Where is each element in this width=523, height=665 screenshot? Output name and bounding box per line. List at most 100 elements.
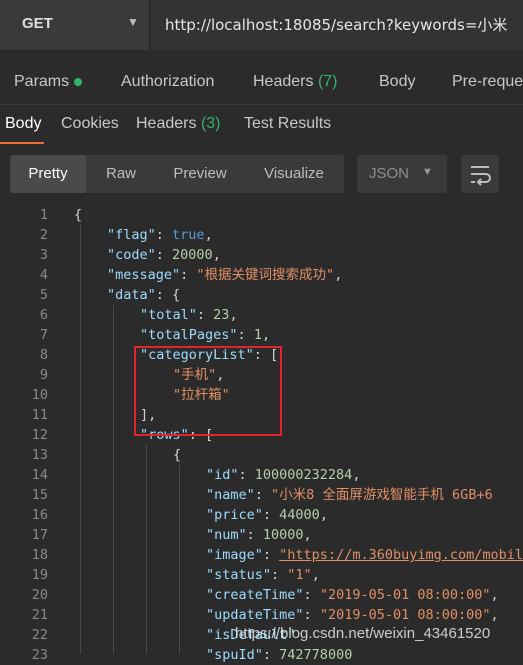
json-key: "num": [206, 527, 247, 543]
json-key: "updateTime": [206, 607, 304, 623]
json-value: "根据关键词搜索成功": [196, 267, 335, 283]
tab-headers[interactable]: Headers (7): [253, 73, 338, 91]
code-line: 7 "totalPages": 1,: [0, 325, 523, 345]
json-value: true: [172, 227, 205, 243]
headers-count: (7): [317, 73, 338, 90]
line-number: 16: [31, 507, 48, 523]
json-value: 10000: [262, 527, 304, 543]
code-line: 21 "updateTime": "2019-05-01 08:00:00",: [0, 605, 523, 625]
request-url-bar: GET ▼ http://localhost:18085/search?keyw…: [0, 0, 523, 50]
token: {: [74, 207, 83, 223]
json-value: 20000: [172, 247, 213, 263]
code-line: 2 "flag": true,: [0, 225, 523, 245]
code-line: 4 "message": "根据关键词搜索成功",: [0, 265, 523, 285]
resp-tab-body[interactable]: Body: [5, 115, 41, 133]
active-tab-indicator: [0, 142, 44, 144]
code-line: 18 "image": "https://m.360buyimg.com/mobi…: [0, 545, 523, 565]
url-text: http://localhost:18085/search?keywords=小…: [165, 16, 508, 34]
highlight-annotation-box: [134, 346, 282, 436]
code-line: 19 "status": "1",: [0, 565, 523, 585]
line-number: 17: [31, 527, 48, 543]
chevron-down-icon: ▼: [127, 15, 139, 29]
json-key: "total": [140, 307, 197, 323]
format-select[interactable]: JSON ▼: [357, 155, 447, 193]
tab-authorization[interactable]: Authorization: [121, 73, 214, 91]
line-number: 7: [39, 327, 48, 343]
line-number: 11: [31, 407, 48, 423]
line-number: 19: [31, 567, 48, 583]
tab-pre-request[interactable]: Pre-reque: [452, 73, 523, 91]
resp-headers-count: (3): [200, 115, 221, 132]
json-value: 100000232284: [254, 467, 353, 483]
json-link[interactable]: "https://m.360buyimg.com/mobil: [279, 547, 523, 563]
line-number: 23: [31, 647, 48, 663]
code-line: 14 "id": 100000232284,: [0, 465, 523, 485]
view-pretty-button[interactable]: Pretty: [10, 155, 86, 193]
json-key: "status": [206, 567, 272, 583]
json-key: "message": [107, 267, 181, 283]
line-number: 13: [31, 447, 48, 463]
code-line: 6 "total": 23,: [0, 305, 523, 325]
json-value: 23: [213, 307, 230, 323]
json-key: "name": [206, 487, 255, 503]
resp-tab-cookies[interactable]: Cookies: [61, 115, 119, 133]
wrap-lines-button[interactable]: [461, 155, 499, 193]
line-number: 14: [31, 467, 48, 483]
line-number: 18: [31, 547, 48, 563]
view-mode-group: Pretty Raw Preview Visualize: [10, 155, 344, 193]
view-visualize-button[interactable]: Visualize: [244, 155, 344, 193]
view-preview-button[interactable]: Preview: [156, 155, 244, 193]
view-raw-button[interactable]: Raw: [86, 155, 156, 193]
json-value: 742778000: [279, 647, 353, 663]
json-key: "flag": [107, 227, 156, 243]
line-number: 12: [31, 427, 48, 443]
json-key: "data": [107, 287, 156, 303]
status-dot-icon: [74, 77, 83, 86]
json-value: "2019-05-01 08:00:00": [319, 587, 491, 603]
json-value: "小米8 全面屏游戏智能手机 6GB+6: [271, 487, 493, 503]
json-value: 44000: [279, 507, 320, 523]
line-number: 20: [31, 587, 48, 603]
wrap-lines-icon: [471, 166, 491, 186]
line-number: 15: [31, 487, 48, 503]
method-label: GET: [22, 15, 53, 32]
json-key: "totalPages": [140, 327, 238, 343]
request-tabs: Params Authorization Headers (7) Body Pr…: [0, 62, 523, 102]
json-value: "2019-05-01 08:00:00": [319, 607, 491, 623]
resp-tab-headers[interactable]: Headers (3): [136, 115, 221, 133]
tab-params-label: Params: [14, 73, 70, 90]
url-input[interactable]: http://localhost:18085/search?keywords=小…: [151, 0, 523, 50]
line-number: 8: [39, 347, 48, 363]
line-number: 5: [39, 287, 48, 303]
json-key: "spuId": [206, 647, 263, 663]
line-number: 21: [31, 607, 48, 623]
code-line: 16 "price": 44000,: [0, 505, 523, 525]
response-tabs: Body Cookies Headers (3) Test Results: [0, 104, 523, 145]
resp-tab-headers-label: Headers: [136, 115, 197, 132]
code-line: 15 "name": "小米8 全面屏游戏智能手机 6GB+6: [0, 485, 523, 505]
code-line: 20 "createTime": "2019-05-01 08:00:00",: [0, 585, 523, 605]
line-number: 22: [31, 627, 48, 643]
chevron-down-icon: ▼: [422, 166, 433, 178]
line-number: 1: [39, 207, 48, 223]
code-line: 5 "data": {: [0, 285, 523, 305]
resp-tab-test-results[interactable]: Test Results: [244, 115, 331, 133]
method-select[interactable]: GET ▼: [0, 0, 150, 50]
tab-headers-label: Headers: [253, 73, 314, 90]
line-number: 2: [39, 227, 48, 243]
json-key: "id": [206, 467, 239, 483]
json-key: "image": [206, 547, 263, 563]
line-number: 4: [39, 267, 48, 283]
tab-body[interactable]: Body: [379, 73, 415, 91]
tab-params[interactable]: Params: [14, 73, 83, 91]
code-line: 13{: [0, 445, 523, 465]
watermark: https://blog.csdn.net/weixin_43461520: [235, 625, 491, 642]
line-number: 9: [39, 367, 48, 383]
response-body-code[interactable]: 1{ 2 "flag": true, 3 "code": 20000, 4 "mess…: [0, 205, 523, 663]
line-number: 3: [39, 247, 48, 263]
code-line: 17 "num": 10000,: [0, 525, 523, 545]
line-number: 10: [31, 387, 48, 403]
json-key: "createTime": [206, 587, 304, 603]
code-line: 23 "spuId": 742778000: [0, 645, 523, 665]
code-line: 1{: [0, 205, 523, 225]
